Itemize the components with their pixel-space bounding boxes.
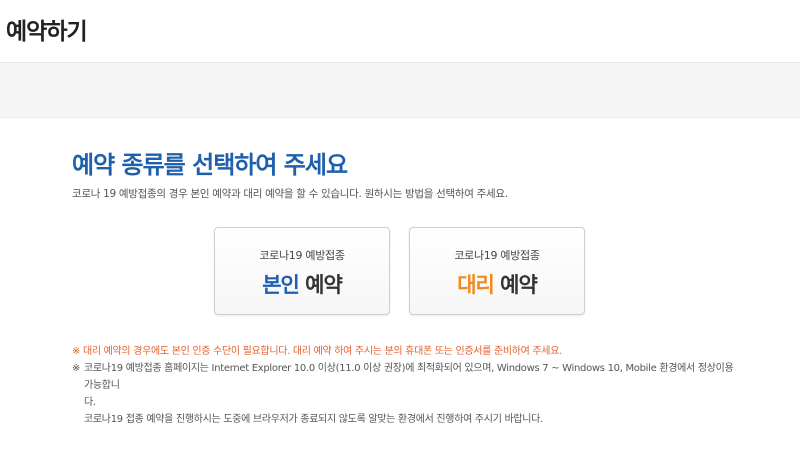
self-reservation-accent: 본인 <box>262 273 300 297</box>
self-reservation-rest: 예약 <box>298 273 343 297</box>
browser-notice-line2: 다. <box>84 397 96 408</box>
page-title: 예약하기 <box>6 19 88 45</box>
browser-notice: ※ 코로나19 예방접종 홈페이지는 Internet Explorer 10.… <box>72 360 742 394</box>
notice-list: ※ 대리 예약의 경우에도 본인 인증 수단이 필요합니다. 대리 예약 하여 … <box>72 343 742 428</box>
self-reservation-label: 본인 예약 <box>215 269 389 299</box>
browser-notice-line1: 코로나19 예방접종 홈페이지는 Internet Explorer 10.0 … <box>84 363 734 391</box>
section-description: 코로나 19 예방접종의 경우 본인 예약과 대리 예약을 할 수 있습니다. … <box>72 188 508 200</box>
proxy-reservation-subtitle: 코로나19 예방접종 <box>454 249 540 262</box>
section-title: 예약 종류를 선택하여 주세요 <box>72 151 348 179</box>
proxy-reservation-button[interactable]: 코로나19 예방접종 대리 예약 <box>409 227 585 315</box>
self-reservation-subtitle: 코로나19 예방접종 <box>259 249 345 262</box>
header-band <box>0 63 800 118</box>
reservation-type-options: 코로나19 예방접종 본인 예약 코로나19 예방접종 대리 예약 <box>214 227 586 315</box>
proxy-auth-notice: ※ 대리 예약의 경우에도 본인 인증 수단이 필요합니다. 대리 예약 하여 … <box>72 346 562 357</box>
page: 예약하기 예약 종류를 선택하여 주세요 코로나 19 예방접종의 경우 본인 … <box>0 0 800 453</box>
browser-notice-line3: 코로나19 접종 예약을 진행하시는 도중에 브라우저가 종료되지 않도록 알맞… <box>84 414 543 425</box>
proxy-reservation-rest: 예약 <box>493 273 538 297</box>
header: 예약하기 <box>0 0 800 63</box>
proxy-reservation-accent: 대리 <box>457 273 495 297</box>
notice-mark: ※ <box>72 363 81 374</box>
proxy-reservation-label: 대리 예약 <box>410 269 584 299</box>
self-reservation-button[interactable]: 코로나19 예방접종 본인 예약 <box>214 227 390 315</box>
main-content: 예약 종류를 선택하여 주세요 코로나 19 예방접종의 경우 본인 예약과 대… <box>72 150 742 425</box>
